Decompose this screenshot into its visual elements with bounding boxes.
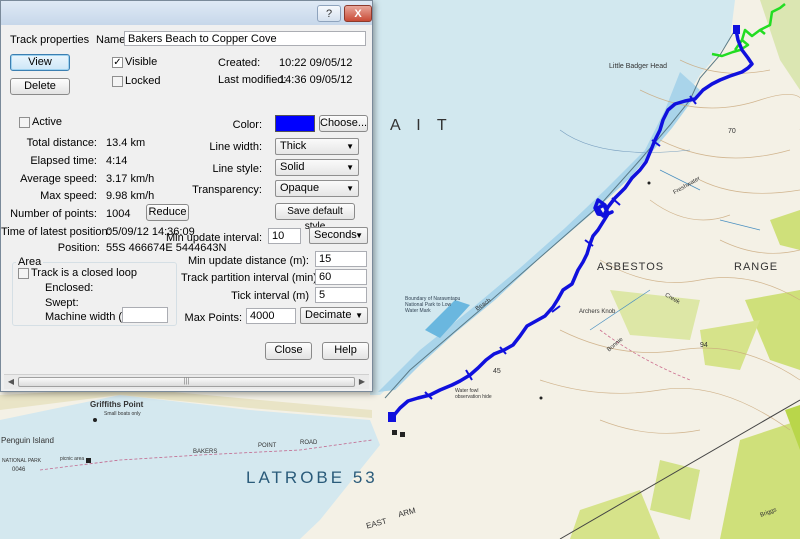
map-label-point: POINT bbox=[258, 443, 277, 449]
chevron-down-icon: ▼ bbox=[346, 163, 354, 172]
map-label-asbestos: ASBESTOS bbox=[597, 261, 665, 273]
line-style-value: Solid bbox=[280, 161, 305, 173]
chevron-down-icon: ▼ bbox=[355, 311, 363, 320]
scrollbar-thumb[interactable]: ||| bbox=[18, 377, 355, 387]
map-label-elev-70: 70 bbox=[728, 128, 736, 135]
map-label-elev-94: 94 bbox=[700, 342, 708, 349]
chevron-down-icon: ▼ bbox=[355, 231, 363, 240]
line-width-select[interactable]: Thick ▼ bbox=[275, 138, 359, 155]
closed-loop-checkbox[interactable] bbox=[18, 268, 29, 279]
average-speed-value: 3.17 km/h bbox=[106, 173, 155, 185]
help-button[interactable]: Help bbox=[322, 342, 369, 360]
interval-unit-value: Seconds bbox=[314, 229, 357, 241]
line-style-select[interactable]: Solid ▼ bbox=[275, 159, 359, 176]
min-distance-label: Min update distance (m): bbox=[187, 255, 309, 267]
locked-checkbox[interactable] bbox=[112, 76, 123, 87]
locked-label: Locked bbox=[125, 75, 161, 87]
map-label-bakers: BAKERS bbox=[193, 449, 218, 455]
horizontal-scrollbar[interactable]: ◀ ||| ▶ bbox=[4, 374, 369, 389]
modified-value: 14:36 09/05/12 bbox=[279, 74, 353, 86]
latest-time-label: Time of latest position: bbox=[1, 226, 111, 238]
enclosed-label: Enclosed: bbox=[45, 282, 94, 294]
line-width-value: Thick bbox=[280, 140, 307, 152]
delete-button[interactable]: Delete bbox=[10, 78, 70, 95]
visible-checkbox[interactable]: ✓ bbox=[112, 57, 123, 68]
tick-interval-input[interactable]: 5 bbox=[315, 287, 367, 303]
modified-label: Last modified: bbox=[218, 74, 287, 86]
total-distance-value: 13.4 km bbox=[106, 137, 146, 149]
line-style-label: Line style: bbox=[212, 163, 262, 175]
max-points-action-value: Decimate bbox=[305, 309, 352, 321]
max-points-label: Max Points: bbox=[184, 312, 242, 324]
color-swatch[interactable] bbox=[275, 115, 315, 132]
map-label-griffiths-point: Griffiths Point bbox=[90, 400, 144, 409]
min-interval-input[interactable]: 10 bbox=[268, 228, 301, 244]
map-label-small-boats: Small boats only bbox=[104, 411, 141, 417]
map-label-boundary: Boundary of Narawntapu National Park to … bbox=[405, 296, 461, 314]
name-label: Name bbox=[96, 34, 126, 46]
elapsed-time-value: 4:14 bbox=[106, 155, 128, 167]
view-button[interactable]: View bbox=[10, 54, 70, 71]
scroll-right-icon[interactable]: ▶ bbox=[355, 375, 369, 389]
dialog-heading: Track properties bbox=[10, 34, 90, 46]
created-label: Created: bbox=[218, 57, 261, 69]
transparency-label: Transparency: bbox=[192, 184, 262, 196]
max-points-action-select[interactable]: Decimate ▼ bbox=[300, 307, 368, 324]
help-icon[interactable]: ? bbox=[317, 5, 341, 22]
active-checkbox[interactable] bbox=[19, 117, 30, 128]
track-properties-dialog: ? X Track properties Name Bakers Beach t… bbox=[0, 0, 373, 392]
choose-color-button[interactable]: Choose... bbox=[319, 115, 368, 132]
line-width-label: Line width: bbox=[209, 141, 262, 153]
max-speed-value: 9.98 km/h bbox=[106, 190, 155, 202]
chevron-down-icon: ▼ bbox=[346, 184, 354, 193]
map-label-picnic-area: picnic area bbox=[60, 456, 85, 462]
points-label: Number of points: bbox=[10, 208, 97, 220]
close-button[interactable]: Close bbox=[265, 342, 312, 360]
reduce-button[interactable]: Reduce bbox=[146, 204, 189, 221]
transparency-value: Opaque bbox=[280, 182, 320, 194]
closed-loop-label: Track is a closed loop bbox=[31, 267, 137, 279]
max-points-input[interactable]: 4000 bbox=[246, 308, 296, 324]
dialog-titlebar[interactable]: ? X bbox=[1, 1, 372, 25]
map-label-strait: A I T bbox=[390, 117, 453, 134]
points-value: 1004 bbox=[106, 208, 131, 220]
map-label-elev-45: 45 bbox=[493, 368, 501, 375]
transparency-select[interactable]: Opaque ▼ bbox=[275, 180, 359, 197]
map-label-national-park: NATIONAL PARK bbox=[2, 458, 42, 464]
total-distance-label: Total distance: bbox=[26, 137, 97, 149]
map-label-road: ROAD bbox=[300, 440, 318, 446]
interval-unit-select[interactable]: Seconds ▼ bbox=[309, 227, 368, 244]
map-label-0046: 0046 bbox=[12, 467, 26, 473]
machine-width-input[interactable] bbox=[122, 307, 168, 323]
map-label-range: RANGE bbox=[734, 261, 779, 273]
average-speed-label: Average speed: bbox=[20, 173, 97, 185]
swept-label: Swept: bbox=[45, 297, 79, 309]
active-label: Active bbox=[32, 116, 62, 128]
map-label-latrobe: LATROBE 53 bbox=[246, 468, 378, 487]
map-label-water-fowl-hide: Water fowl observation hide bbox=[455, 388, 492, 400]
max-speed-label: Max speed: bbox=[40, 190, 97, 202]
partition-interval-input[interactable]: 60 bbox=[315, 269, 367, 285]
visible-label: Visible bbox=[125, 56, 158, 68]
elapsed-time-label: Elapsed time: bbox=[30, 155, 97, 167]
map-label-little-badger-head: Little Badger Head bbox=[609, 63, 667, 70]
position-label: Position: bbox=[57, 242, 100, 254]
save-default-style-button[interactable]: Save default style bbox=[275, 203, 355, 232]
close-icon[interactable]: X bbox=[344, 5, 372, 22]
chevron-down-icon: ▼ bbox=[346, 142, 354, 151]
name-input[interactable]: Bakers Beach to Copper Cove bbox=[124, 31, 366, 46]
min-interval-label: Min update interval: bbox=[166, 232, 262, 244]
scroll-left-icon[interactable]: ◀ bbox=[4, 375, 18, 389]
map-label-archers-knob: Archers Knob bbox=[579, 309, 616, 315]
map-label-penguin-island: Penguin Island bbox=[1, 436, 54, 445]
created-value: 10:22 09/05/12 bbox=[279, 57, 353, 69]
tick-interval-label: Tick interval (m) bbox=[231, 290, 309, 302]
color-label: Color: bbox=[232, 119, 262, 131]
partition-interval-label: Track partition interval (min): bbox=[181, 272, 320, 284]
min-distance-input[interactable]: 15 bbox=[315, 251, 367, 267]
